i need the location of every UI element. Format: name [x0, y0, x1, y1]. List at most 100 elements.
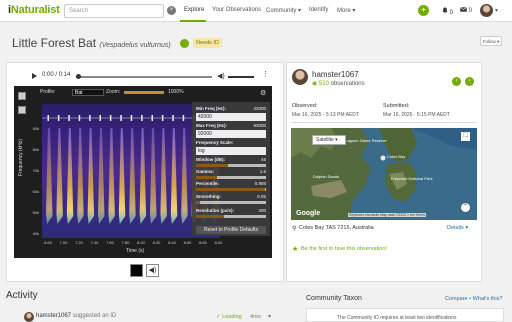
volume-icon[interactable]: ◀) [217, 72, 225, 80]
y-tick-label: 70k [33, 168, 39, 173]
frequency-scale-label: Frequency Scale: [196, 140, 234, 145]
x-axis-label: Time (s) [126, 248, 145, 254]
nav-more[interactable]: More ▾ [337, 7, 355, 14]
x-tick-label: 7.60 [106, 240, 115, 245]
zoom-slider[interactable] [124, 91, 164, 94]
window-slider-fill [196, 164, 228, 167]
activity-entry: hamster1067 suggested an ID [36, 313, 116, 319]
y-tick-label: 50k [33, 210, 39, 215]
gamma-slider-fill [196, 176, 217, 179]
observed-date: Mar 16, 2025 · 5:13 PM AEDT [292, 112, 359, 118]
activity-time: 4mo [250, 314, 261, 320]
activity-heading: Activity [6, 290, 38, 301]
max-freq-input[interactable]: 92000 [196, 130, 266, 138]
frequency-scale-select[interactable]: log [196, 147, 266, 155]
x-tick-label: 8.60 [184, 240, 193, 245]
profile-select[interactable]: Bat [72, 89, 104, 96]
notifications-icon[interactable]: 0 [442, 7, 453, 16]
y-tick-label: 80k [33, 147, 39, 152]
previous-observation-icon[interactable]: ‹ [452, 77, 461, 86]
nav-community[interactable]: Community ▾ [266, 7, 301, 14]
clear-search-icon[interactable]: × [167, 6, 176, 15]
observer-name[interactable]: hamster1067 [312, 70, 359, 79]
next-observation-icon[interactable]: › [465, 77, 474, 86]
volume-slider[interactable] [228, 76, 254, 78]
location-marker[interactable] [380, 155, 386, 161]
map-fullscreen-icon[interactable]: ⛶ [461, 132, 470, 141]
map-attribution[interactable]: Keyboard shortcuts Map data ©2025 1 km T… [348, 213, 427, 217]
star-icon[interactable]: ★ [292, 245, 298, 253]
resolution-slider-fill [196, 215, 224, 218]
y-tick-label: 60k [33, 189, 39, 194]
activity-action: suggested an ID [71, 313, 117, 319]
x-tick-label: 8.20 [153, 240, 162, 245]
audio-progress-knob[interactable] [76, 74, 81, 79]
download-button[interactable] [18, 106, 26, 114]
observer-observations[interactable]: ◉ 510 observations [312, 80, 365, 87]
resolution-value: 400 [258, 208, 266, 213]
play-icon[interactable] [32, 73, 37, 79]
google-logo: Google [296, 210, 321, 217]
audio-more-icon[interactable]: ⋮ [262, 70, 269, 78]
x-tick-label: 8.00 [137, 240, 146, 245]
activity-user[interactable]: hamster1067 [36, 313, 71, 319]
details-dropdown[interactable]: Details ▾ [447, 225, 468, 231]
map-place-label: Coles Bay [387, 154, 406, 159]
map-place-label: Freycinet National Park [391, 176, 433, 181]
audio-progress-track[interactable] [76, 76, 212, 78]
window-value: 45 [260, 157, 266, 162]
map-zoom-icon[interactable]: ⌃ [461, 203, 470, 212]
y-axis-ticks: 90k 80k 70k 60k 50k 40k [33, 126, 39, 236]
map-type-select[interactable]: Satellite ▾ [312, 135, 346, 145]
leading-badge: ✓ Leading [216, 314, 242, 320]
observer-avatar[interactable] [292, 69, 308, 85]
quality-grade-badge: Needs ID [193, 38, 222, 48]
media-thumbnail-photo[interactable] [130, 264, 143, 277]
nav-explore[interactable]: Explore [184, 7, 204, 13]
percentile-label: Percentile: [196, 181, 220, 186]
activity-user-avatar[interactable] [24, 312, 34, 322]
binoculars-icon: ◉ [312, 81, 318, 87]
profile-label: Profile: [40, 89, 56, 95]
map-place-label: Dolphin Sands [313, 174, 340, 179]
observation-count: 510 [318, 81, 329, 87]
max-freq-value: 93000 [253, 123, 266, 128]
messages-icon[interactable]: 0 [460, 7, 472, 14]
x-tick-label: 8.00 [215, 240, 224, 245]
submitted-label: Submitted: [383, 103, 410, 109]
observation-count-suffix: observations [328, 81, 365, 87]
page-title: Little Forest Bat (Vespadelus vulturnus) [12, 36, 171, 50]
y-tick-label: 40k [33, 231, 39, 236]
observed-label: Observed: [292, 103, 318, 109]
zoom-value: 1000% [168, 89, 184, 95]
min-freq-input[interactable]: 42000 [196, 113, 266, 121]
x-tick-label: 8.80 [199, 240, 208, 245]
activity-menu-chevron-icon[interactable]: ▾ [268, 313, 271, 320]
add-observation-icon[interactable]: + [418, 5, 429, 16]
smoothing-slider[interactable] [196, 201, 266, 204]
location-text: Coles Bay TAS 7215, Australia [299, 225, 374, 231]
user-avatar[interactable] [480, 4, 493, 17]
search-input[interactable]: Search [64, 4, 164, 18]
common-name: Little Forest Bat [12, 36, 97, 50]
max-freq-label: Max Freq (Hz): [196, 123, 228, 128]
fullscreen-button[interactable] [18, 92, 26, 100]
inaturalist-logo[interactable]: iNaturalist [8, 4, 60, 16]
nav-your-observations[interactable]: Your Observations [212, 7, 261, 13]
y-tick-label: 90k [33, 126, 39, 131]
fave-link[interactable]: Be the first to fave this observation! [301, 246, 387, 252]
user-menu-chevron-icon[interactable]: ▾ [495, 7, 498, 14]
compare-link[interactable]: Compare • What's this? [445, 296, 502, 302]
reset-defaults-button[interactable]: Reset to Profile Defaults [196, 226, 266, 234]
gamma-value: 1.6 [259, 169, 266, 174]
nav-identify[interactable]: Identify [309, 7, 328, 13]
percentile-slider-fill [196, 188, 265, 191]
active-nav-indicator [180, 20, 206, 22]
map-marker-icon: ⚲ [292, 226, 297, 232]
follow-button[interactable]: Follow ▾ [480, 36, 502, 46]
gear-icon[interactable]: ⚙ [260, 89, 266, 97]
iconic-taxon-icon [180, 39, 189, 48]
y-axis-label: Frequency (kHz) [18, 139, 24, 176]
spectrogram-settings-panel: Min Freq (Hz): 42000 42000 Max Freq (Hz)… [192, 102, 270, 236]
media-thumbnail-audio-icon[interactable]: ◀) [146, 264, 159, 277]
